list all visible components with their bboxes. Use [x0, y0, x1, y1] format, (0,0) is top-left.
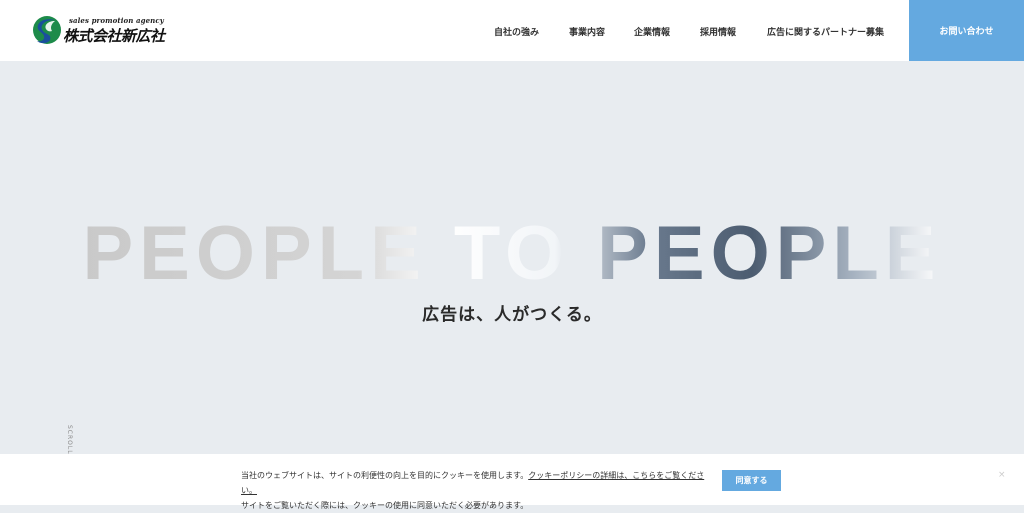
site-header: sales promotion agency 株式会社新広社 自社の強み 事業内…: [0, 0, 1024, 61]
nav-item-business[interactable]: 事業内容: [569, 25, 605, 38]
cookie-message: 当社のウェブサイトは、サイトの利便性の向上を目的にクッキーを使用します。クッキー…: [241, 468, 711, 513]
nav-item-recruit[interactable]: 採用情報: [700, 25, 736, 38]
hero-title-text: PEOPLE TO PEOPLE: [82, 216, 941, 286]
company-logo[interactable]: sales promotion agency 株式会社新広社: [32, 14, 165, 48]
scroll-indicator[interactable]: SCROLL: [66, 425, 73, 455]
cookie-close-icon[interactable]: ×: [998, 470, 1006, 480]
cookie-agree-button[interactable]: 同意する: [722, 470, 781, 491]
logo-tagline: sales promotion agency: [69, 16, 164, 25]
hero-tagline: 広告は、人がつくる。: [422, 305, 602, 325]
logo-mark-icon: [33, 16, 61, 44]
nav-item-company[interactable]: 企業情報: [634, 25, 670, 38]
logo-company-name: 株式会社新広社: [63, 27, 165, 45]
contact-button[interactable]: お問い合わせ: [909, 0, 1024, 61]
hero-title: PEOPLE TO PEOPLE: [82, 216, 941, 286]
nav-item-partner[interactable]: 広告に関するパートナー募集: [767, 25, 884, 38]
cookie-text-line2: サイトをご覧いただく際には、クッキーの使用に同意いただく必要があります。: [241, 501, 529, 510]
nav-item-strengths[interactable]: 自社の強み: [494, 25, 539, 38]
cookie-banner: 当社のウェブサイトは、サイトの利便性の向上を目的にクッキーを使用します。クッキー…: [0, 454, 1024, 510]
cookie-text-line1: 当社のウェブサイトは、サイトの利便性の向上を目的にクッキーを使用します。: [241, 471, 529, 480]
